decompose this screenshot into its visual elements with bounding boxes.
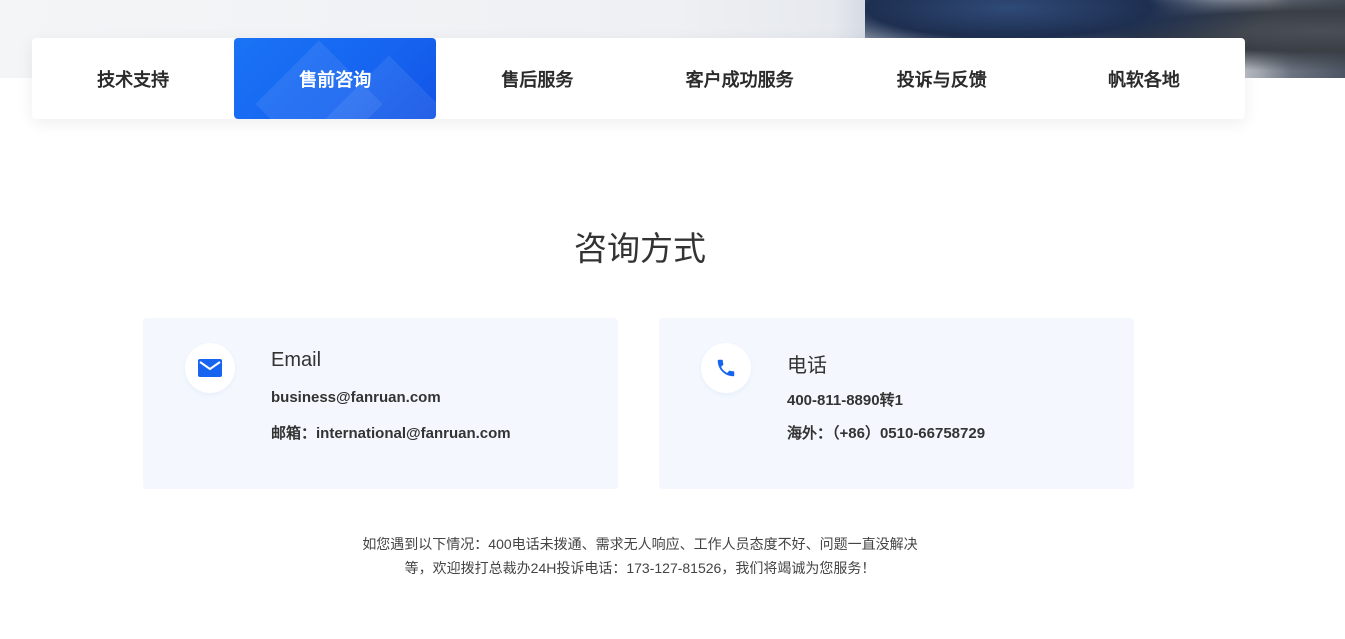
notice-line-1: 如您遇到以下情况：400电话未拨通、需求无人响应、工作人员态度不好、问题一直没解… <box>362 536 918 552</box>
phone-card: 电话 400-811-8890转1 海外：（+86）0510-66758729 <box>659 318 1134 489</box>
section-title: 咨询方式 <box>574 230 706 267</box>
tab-label: 客户成功服务 <box>685 69 794 90</box>
tab-bar: 技术支持 售前咨询 售后服务 客户成功服务 投诉与反馈 帆软各地 <box>32 38 1245 119</box>
tab-label: 投诉与反馈 <box>896 69 987 90</box>
email-card: Email business@fanruan.com 邮箱：internatio… <box>143 318 618 489</box>
overseas-phone[interactable]: 海外：（+86）0510-66758729 <box>787 422 985 443</box>
tab-label: 售后服务 <box>501 69 574 90</box>
tab-presales[interactable]: 售前咨询 <box>234 38 437 119</box>
tab-locations[interactable]: 帆软各地 <box>1043 38 1245 119</box>
email-title: Email <box>271 349 322 371</box>
tab-customer-success[interactable]: 客户成功服务 <box>639 38 841 119</box>
email-address[interactable]: business@fanruan.com <box>271 389 441 406</box>
phone-icon <box>701 343 751 393</box>
tab-label: 技术支持 <box>97 69 170 90</box>
notice-line-2: 等，欢迎拨打总裁办24H投诉电话：173-127-81526，我们将竭诚为您服务… <box>404 560 876 576</box>
international-email[interactable]: 邮箱：international@fanruan.com <box>271 422 511 443</box>
complaint-notice: 如您遇到以下情况：400电话未拨通、需求无人响应、工作人员态度不好、问题一直没解… <box>320 532 960 580</box>
tab-tech-support[interactable]: 技术支持 <box>32 38 234 119</box>
tab-after-sales[interactable]: 售后服务 <box>436 38 638 119</box>
tab-label: 售前咨询 <box>299 69 372 90</box>
phone-number[interactable]: 400-811-8890转1 <box>787 389 903 410</box>
tab-label: 帆软各地 <box>1107 69 1180 90</box>
phone-title: 电话 <box>787 355 827 377</box>
tab-complaints[interactable]: 投诉与反馈 <box>841 38 1043 119</box>
mail-icon <box>185 343 235 393</box>
